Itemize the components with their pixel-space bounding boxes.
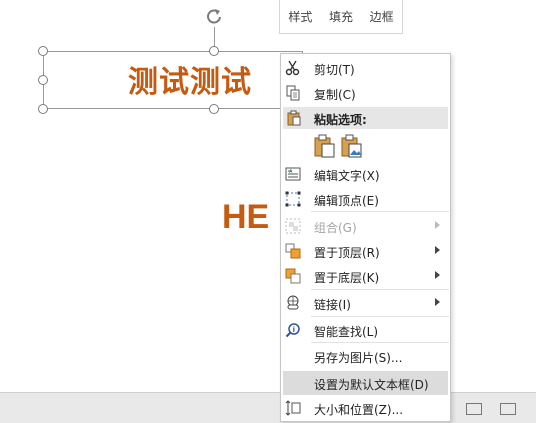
menu-item-send-to-back[interactable]: 置于底层(K)	[281, 264, 450, 288]
rotate-handle-icon[interactable]	[204, 6, 224, 26]
menu-label-set-default-textbox: 设置为默认文本框(D)	[314, 378, 429, 392]
group-icon	[285, 218, 301, 234]
menu-label-copy: 复制(C)	[314, 88, 356, 102]
menu-label-send-to-back: 置于底层(K)	[314, 271, 380, 285]
paste-options-header: 粘贴选项:	[283, 107, 448, 129]
menu-separator	[311, 316, 449, 317]
paste-keep-icon[interactable]	[314, 134, 336, 158]
paste-options-label: 粘贴选项:	[314, 113, 367, 127]
menu-item-copy[interactable]: 复制(C)	[281, 81, 450, 105]
scissors-icon	[285, 60, 300, 76]
menu-item-cut[interactable]: 剪切(T)	[281, 56, 450, 80]
title-text: 测试测试	[128, 65, 252, 100]
reading-view-icon[interactable]	[500, 403, 516, 415]
menu-label-size-position: 大小和位置(Z)...	[314, 403, 404, 417]
menu-label-edit-text: 编辑文字(X)	[314, 169, 380, 183]
menu-item-smart-lookup[interactable]: i 智能查找(L)	[281, 318, 450, 342]
menu-label-link: 链接(I)	[314, 298, 351, 312]
submenu-arrow-icon	[435, 298, 440, 306]
submenu-arrow-icon	[435, 271, 440, 279]
body-text: HE	[222, 198, 270, 236]
outline-button[interactable]: 边框	[370, 8, 394, 25]
resize-handle-top-left[interactable]	[38, 46, 48, 56]
resize-handle-bottom-left[interactable]	[38, 104, 48, 114]
submenu-arrow-icon	[435, 221, 440, 229]
menu-separator	[311, 342, 449, 343]
resize-handle-top[interactable]	[209, 46, 219, 56]
menu-separator	[311, 211, 449, 212]
link-icon	[287, 295, 299, 310]
slide-canvas[interactable]: 测试测试 HE	[0, 0, 536, 392]
menu-label-save-as-picture: 另存为图片(S)...	[314, 351, 403, 365]
style-button[interactable]: 样式	[288, 8, 312, 25]
clipboard-icon	[287, 110, 301, 126]
resize-handle-bottom[interactable]	[209, 104, 219, 114]
edit-points-icon	[285, 191, 301, 207]
menu-item-set-default-textbox[interactable]: 设置为默认文本框(D)	[283, 371, 448, 395]
menu-label-edit-points: 编辑顶点(E)	[314, 194, 379, 208]
normal-view-icon[interactable]	[466, 403, 482, 415]
context-menu: 剪切(T) 复制(C) 粘贴选项: A 编辑文字(X) 编辑顶点(E) 组合(G…	[280, 53, 451, 422]
menu-item-link[interactable]: 链接(I)	[281, 291, 450, 315]
svg-text:A: A	[289, 169, 293, 175]
mini-toolbar: 样式 填充 边框	[279, 0, 403, 34]
menu-label-smart-lookup: 智能查找(L)	[314, 325, 379, 339]
menu-label-cut: 剪切(T)	[314, 63, 355, 77]
menu-label-bring-to-front: 置于顶层(R)	[314, 246, 380, 260]
size-position-icon	[285, 400, 301, 416]
menu-item-bring-to-front[interactable]: 置于顶层(R)	[281, 239, 450, 263]
menu-item-edit-points[interactable]: 编辑顶点(E)	[281, 187, 450, 211]
fill-button[interactable]: 填充	[329, 8, 353, 25]
menu-item-group[interactable]: 组合(G)	[281, 214, 450, 238]
menu-item-edit-text[interactable]: A 编辑文字(X)	[281, 162, 450, 186]
bring-to-front-icon	[285, 243, 301, 259]
menu-separator	[311, 289, 449, 290]
menu-label-group: 组合(G)	[314, 221, 357, 235]
menu-item-save-as-picture[interactable]: 另存为图片(S)...	[281, 344, 450, 368]
copy-icon	[286, 85, 300, 101]
paste-picture-icon[interactable]	[341, 134, 363, 158]
submenu-arrow-icon	[435, 246, 440, 254]
send-to-back-icon	[285, 268, 301, 284]
status-bar	[0, 392, 536, 423]
svg-text:i: i	[293, 326, 295, 334]
resize-handle-left[interactable]	[38, 75, 48, 85]
smart-lookup-icon: i	[285, 323, 300, 338]
menu-item-size-position[interactable]: 大小和位置(Z)...	[281, 396, 450, 420]
edit-text-icon: A	[285, 167, 301, 181]
